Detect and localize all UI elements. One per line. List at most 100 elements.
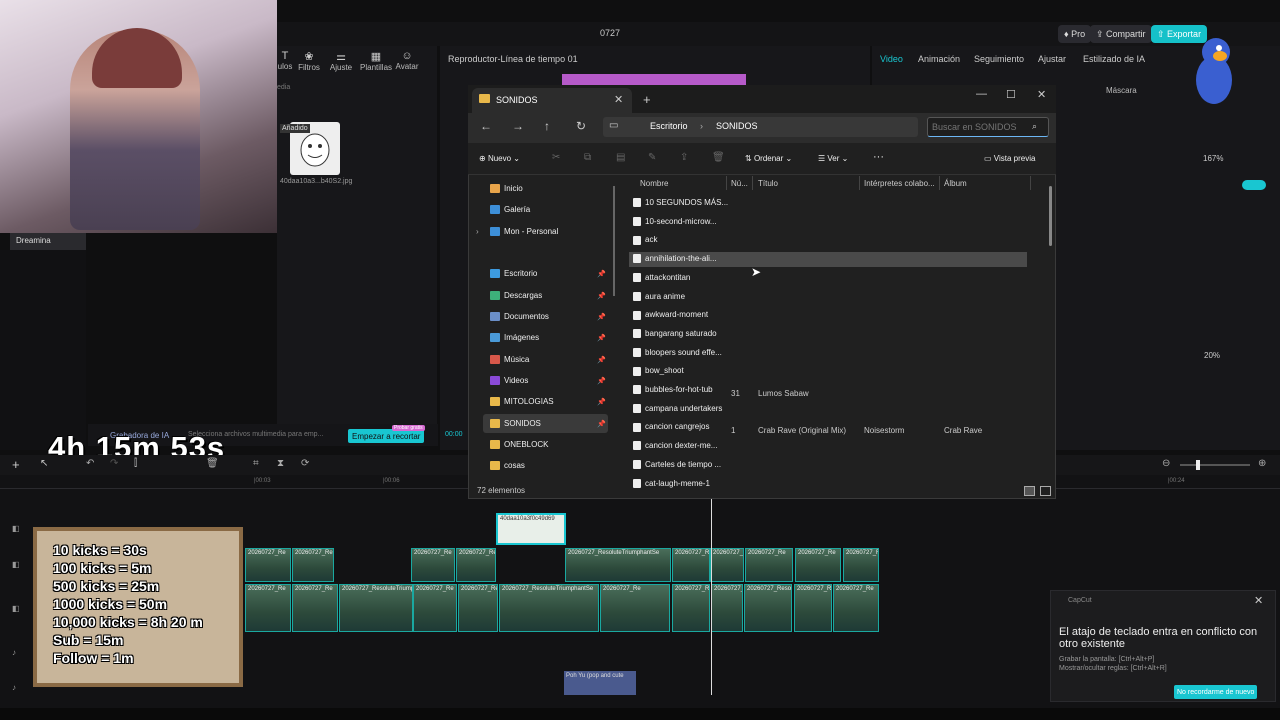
mask-tab[interactable]: Máscara — [1106, 86, 1137, 95]
tab-ai-stylize[interactable]: Estilizado de IA — [1083, 54, 1145, 64]
nav-item-7[interactable]: Música — [490, 355, 529, 365]
nav-item-3[interactable]: Escritorio — [490, 269, 537, 279]
close-tab-icon[interactable]: ✕ — [614, 93, 623, 106]
new-button[interactable]: ⊕ Nuevo ⌄ — [479, 154, 520, 163]
video-clip[interactable]: 20260727_Re — [672, 584, 710, 632]
pin-icon[interactable]: 📌 — [597, 377, 606, 385]
file-row[interactable]: attackontitan — [633, 273, 690, 291]
video-clip[interactable]: 20260727_Re — [672, 548, 710, 582]
file-row[interactable]: cat-laugh-meme-1 — [633, 479, 710, 497]
scale-value[interactable]: 167% — [1203, 154, 1223, 163]
video-clip[interactable]: 20260727_Re — [456, 548, 496, 582]
paste-icon[interactable]: ▤ — [616, 152, 625, 163]
pin-icon[interactable]: 📌 — [597, 334, 606, 342]
tool-avatar[interactable]: ☺ Avatar — [391, 50, 423, 71]
file-row[interactable]: annihilation-the-ali... — [633, 254, 717, 272]
breadcrumb-escritorio[interactable]: Escritorio — [650, 121, 688, 131]
video-clip[interactable]: 20260727_Re — [458, 584, 498, 632]
video-clip[interactable]: 20260727_ResoluteTriumphantSe — [339, 584, 413, 632]
delete-icon[interactable]: 🗑 — [712, 152, 725, 163]
breadcrumb-sonidos[interactable]: SONIDOS — [716, 121, 758, 131]
column-album[interactable]: Álbum — [944, 179, 967, 188]
pin-icon[interactable]: 📌 — [597, 356, 606, 364]
start-cut-button[interactable]: Empezar a recortar — [348, 429, 425, 443]
video-clip[interactable]: 20260727_Re — [600, 584, 670, 632]
video-clip[interactable]: 20260727_ResoluteTriumphantSe — [794, 584, 832, 632]
crop-icon[interactable]: ⌗ — [253, 458, 259, 469]
tab-video[interactable]: Video — [880, 54, 903, 64]
column-artists[interactable]: Intérpretes colabo... — [864, 179, 935, 188]
tool-adjust[interactable]: ⚌ Ajuste — [325, 50, 357, 72]
video-clip[interactable]: 20260727_Re — [710, 548, 744, 582]
vertical-scrollbar[interactable] — [1049, 186, 1052, 246]
video-clip[interactable]: 20260727_Re — [711, 584, 743, 632]
file-row[interactable]: bangarang saturado — [633, 329, 717, 347]
tiles-view-icon[interactable] — [1040, 486, 1051, 496]
sort-button[interactable]: ⇅ Ordenar ⌄ — [745, 154, 792, 163]
nav-item-2[interactable]: Mon - Personal — [490, 227, 558, 237]
column-divider[interactable] — [1030, 176, 1031, 190]
nav-item-1[interactable]: Galería — [490, 205, 530, 215]
image-clip[interactable]: 40daa10a3f0c49d69 — [496, 513, 566, 545]
nav-scrollbar[interactable] — [613, 186, 615, 296]
copy-icon[interactable]: ⧉ — [584, 152, 591, 163]
up-icon[interactable]: ↑ — [544, 119, 550, 133]
file-row[interactable]: aura anime — [633, 292, 685, 310]
pin-icon[interactable]: 📌 — [597, 313, 606, 321]
nav-item-4[interactable]: Descargas — [490, 291, 542, 301]
file-row[interactable]: bow_shoot — [633, 366, 684, 384]
nav-item-5[interactable]: Documentos — [490, 312, 549, 322]
tool-filters[interactable]: ❀ Filtros — [293, 50, 325, 72]
nav-item-9[interactable]: MITOLOGIAS — [490, 397, 554, 407]
audio-clip[interactable]: Poh Yu (pop and cute — [564, 671, 636, 695]
file-row[interactable]: cancion dexter-me... — [633, 441, 717, 459]
nav-item-6[interactable]: Imágenes — [490, 333, 539, 343]
video-clip[interactable]: 20260727_Re — [292, 548, 334, 582]
pin-icon[interactable]: 📌 — [597, 292, 606, 300]
cut-icon[interactable]: ✂ — [552, 152, 560, 163]
forward-icon[interactable]: → — [512, 119, 524, 133]
nav-item-0[interactable]: Inicio — [490, 184, 523, 194]
dreamina-item[interactable]: Dreamina — [10, 233, 86, 250]
video-clip[interactable]: 20260727_Re — [843, 548, 879, 582]
video-clip[interactable]: 20260727_Re — [795, 548, 841, 582]
dont-remind-button[interactable]: No recordarme de nuevo — [1174, 685, 1258, 699]
search-input[interactable] — [927, 117, 1049, 137]
preview-button[interactable]: ▭ Vista previa — [984, 154, 1035, 163]
file-row[interactable]: campana undertakers — [633, 404, 722, 422]
file-row[interactable]: cancion cangrejos — [633, 422, 709, 440]
view-button[interactable]: ☰ Ver ⌄ — [818, 154, 848, 163]
tab-animation[interactable]: Animación — [918, 54, 960, 64]
video-clip[interactable]: 20260727_Re — [245, 548, 291, 582]
zoom-out-icon[interactable]: ⊖ — [1162, 458, 1170, 469]
share-icon[interactable]: ⇪ — [680, 152, 688, 163]
file-row[interactable]: bubbles-for-hot-tub — [633, 385, 713, 403]
file-row[interactable]: 10 SEGUNDOS MÁS... — [633, 198, 728, 216]
nav-item-12[interactable]: cosas — [490, 461, 525, 471]
column-divider[interactable] — [726, 176, 727, 190]
close-window-icon[interactable]: ✕ — [1037, 88, 1046, 101]
new-tab-icon[interactable]: + — [643, 92, 651, 107]
zoom-slider-handle[interactable] — [1196, 460, 1200, 470]
mirror-icon[interactable]: ⧗ — [277, 458, 284, 469]
file-row[interactable]: 10-second-microw... — [633, 217, 717, 235]
column-divider[interactable] — [859, 176, 860, 190]
column-divider[interactable] — [939, 176, 940, 190]
delete-icon[interactable]: 🗑 — [206, 458, 219, 469]
nav-item-8[interactable]: Videos — [490, 376, 528, 386]
video-clip[interactable]: 20260727_Re — [292, 584, 338, 632]
tab-adjust[interactable]: Ajustar — [1038, 54, 1066, 64]
toggle-switch[interactable] — [1242, 180, 1266, 190]
nav-item-10[interactable]: SONIDOS — [490, 419, 541, 429]
pin-icon[interactable]: 📌 — [597, 420, 606, 428]
video-clip[interactable]: 20260727_Re — [245, 584, 291, 632]
select-icon[interactable]: ↖ — [40, 458, 48, 469]
tab-tracking[interactable]: Seguimiento — [974, 54, 1024, 64]
split-icon[interactable]: ⫿ — [134, 458, 137, 469]
video-clip[interactable]: 20260727_Re — [833, 584, 879, 632]
column-name[interactable]: Nombre — [640, 179, 668, 188]
minimize-icon[interactable]: — — [976, 88, 987, 100]
pin-icon[interactable]: 📌 — [597, 270, 606, 278]
back-icon[interactable]: ← — [480, 119, 492, 133]
video-clip[interactable]: 20260727_Re — [745, 548, 793, 582]
